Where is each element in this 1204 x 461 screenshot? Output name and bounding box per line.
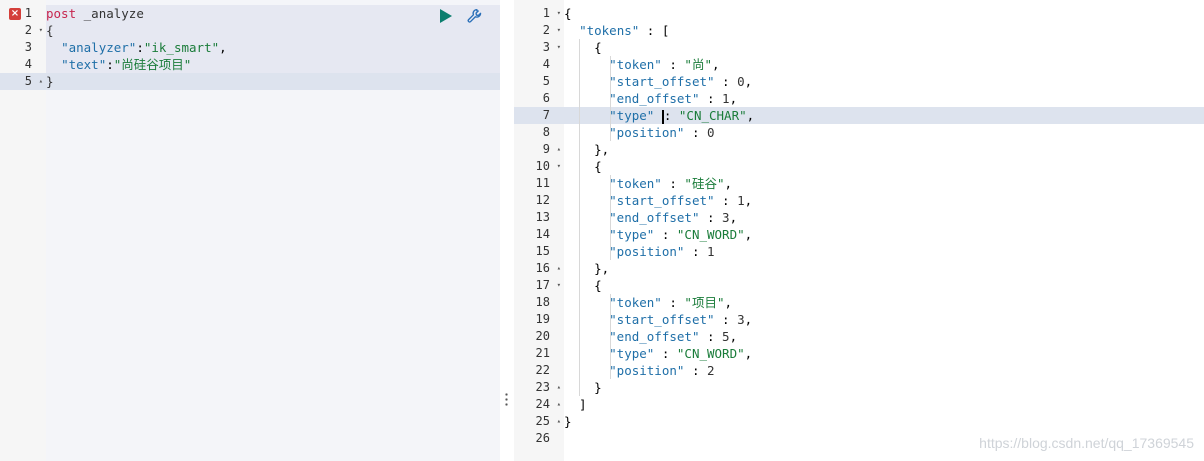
line-number: 4 (542, 57, 550, 71)
code-line: "analyzer":"ik_smart", (46, 39, 500, 56)
line-number: 26 (535, 431, 550, 445)
code-line: "start_offset" : 0, (609, 74, 753, 89)
code-line: } (46, 73, 500, 90)
code-line: { (564, 278, 602, 293)
code-line: "start_offset" : 1, (609, 193, 753, 208)
line-number: 1 ▾ (542, 5, 561, 22)
line-number: 4 (24, 57, 32, 71)
line-number: 1 (24, 6, 32, 20)
line-number: 13 (535, 210, 550, 224)
line-number: 25 ▴ (535, 413, 561, 430)
code-line: "tokens" : [ (579, 23, 670, 38)
code-line: { (46, 22, 500, 39)
fold-toggle[interactable]: ▴ (557, 379, 561, 396)
line-number: 11 (535, 176, 550, 190)
fold-toggle[interactable]: ▴ (39, 73, 43, 90)
line-number: 18 (535, 295, 550, 309)
line-number: 17 ▾ (535, 277, 561, 294)
line-number: 7 (514, 107, 564, 124)
code-line: "text":"尚硅谷项目" (46, 56, 500, 73)
line-number: 3 (24, 40, 32, 54)
code-line: "end_offset" : 5, (609, 329, 738, 344)
response-gutter: 1 ▾ 2 ▾ 3 ▾ 4 5 6 7 8 9 ▴ 10 ▾ 11 12 13 14 15 16 ▴ 17 ▾ 18 19 20 21… (514, 0, 564, 461)
code-line: "type" : "CN_WORD", (609, 227, 753, 242)
line-number: 16 ▴ (535, 260, 561, 277)
code-line: { (564, 6, 572, 21)
line-number: 23 ▴ (535, 379, 561, 396)
code-line: post _analyze (46, 5, 500, 22)
line-number: 22 (535, 363, 550, 377)
line-number: 14 (535, 227, 550, 241)
code-line: }, (564, 142, 610, 157)
endpoint: _analyze (83, 6, 144, 21)
line-number: 19 (535, 312, 550, 326)
indent-guide (610, 294, 611, 379)
line-number: 9 ▴ (542, 141, 561, 158)
fold-toggle[interactable]: ▴ (557, 141, 561, 158)
line-number: 12 (535, 193, 550, 207)
line-number: 20 (535, 329, 550, 343)
line-number: 8 (542, 125, 550, 139)
fold-toggle[interactable]: ▴ (557, 260, 561, 277)
code-line: "token" : "尚", (609, 57, 720, 72)
request-toolbar (440, 7, 484, 25)
fold-toggle[interactable]: ▾ (557, 5, 561, 22)
code-line: "end_offset" : 3, (609, 210, 738, 225)
line-number: 10 ▾ (535, 158, 561, 175)
code-line: ] (564, 397, 587, 412)
code-line: } (564, 414, 572, 429)
request-gutter: 1 2 ▾ 3 4 5 ▴ (0, 0, 46, 461)
fold-toggle[interactable]: ▾ (557, 22, 561, 39)
request-code[interactable]: post _analyze { "analyzer":"ik_smart", "… (46, 5, 500, 461)
line-number: 5 ▴ (0, 73, 46, 90)
code-line: { (564, 159, 602, 174)
wrench-icon[interactable] (466, 7, 484, 25)
indent-guide (579, 39, 580, 396)
code-line: } (564, 380, 602, 395)
fold-toggle[interactable]: ▾ (39, 22, 43, 39)
indent-guide (610, 56, 611, 141)
error-icon[interactable]: × (9, 8, 21, 20)
code-line: "token" : "硅谷", (609, 176, 733, 191)
code-line: "position" : 0 (609, 125, 715, 140)
resize-handle-icon[interactable] (505, 392, 508, 406)
line-number: 15 (535, 244, 550, 258)
line-number: 6 (542, 91, 550, 105)
response-code[interactable]: { "tokens" : [ { "token" : "尚", "start_o… (564, 5, 1204, 461)
code-line: "token" : "项目", (609, 295, 733, 310)
code-line: "position" : 1 (609, 244, 715, 259)
line-number: 2 ▾ (542, 22, 561, 39)
text-cursor (661, 109, 664, 124)
indent-guide (610, 175, 611, 260)
line-number: 2 ▾ (24, 22, 43, 39)
line-number: 3 ▾ (542, 39, 561, 56)
response-viewer[interactable]: 1 ▾ 2 ▾ 3 ▾ 4 5 6 7 8 9 ▴ 10 ▾ 11 12 13 14 15 16 ▴ 17 ▾ 18 19 20 21… (514, 0, 1204, 461)
fold-toggle[interactable]: ▾ (557, 158, 561, 175)
line-number: 24 ▴ (535, 396, 561, 413)
request-editor[interactable]: 1 2 ▾ 3 4 5 ▴ × post _analyze { "analyzer"… (0, 0, 500, 461)
pane-resizer[interactable] (500, 0, 514, 461)
code-line: "type" : "CN_WORD", (609, 346, 753, 361)
http-method: post (46, 6, 77, 21)
fold-toggle[interactable]: ▴ (557, 396, 561, 413)
play-icon[interactable] (440, 9, 452, 23)
code-line: }, (564, 261, 610, 276)
code-line: "type" : "CN_CHAR", (564, 107, 1204, 124)
code-line: "end_offset" : 1, (609, 91, 738, 106)
code-line: { (564, 40, 602, 55)
line-number: 21 (535, 346, 550, 360)
fold-toggle[interactable]: ▾ (557, 39, 561, 56)
line-number: 5 (542, 74, 550, 88)
fold-toggle[interactable]: ▴ (557, 413, 561, 430)
fold-toggle[interactable]: ▾ (557, 277, 561, 294)
watermark: https://blog.csdn.net/qq_17369545 (979, 435, 1194, 451)
code-line: "position" : 2 (609, 363, 715, 378)
code-line: "start_offset" : 3, (609, 312, 753, 327)
